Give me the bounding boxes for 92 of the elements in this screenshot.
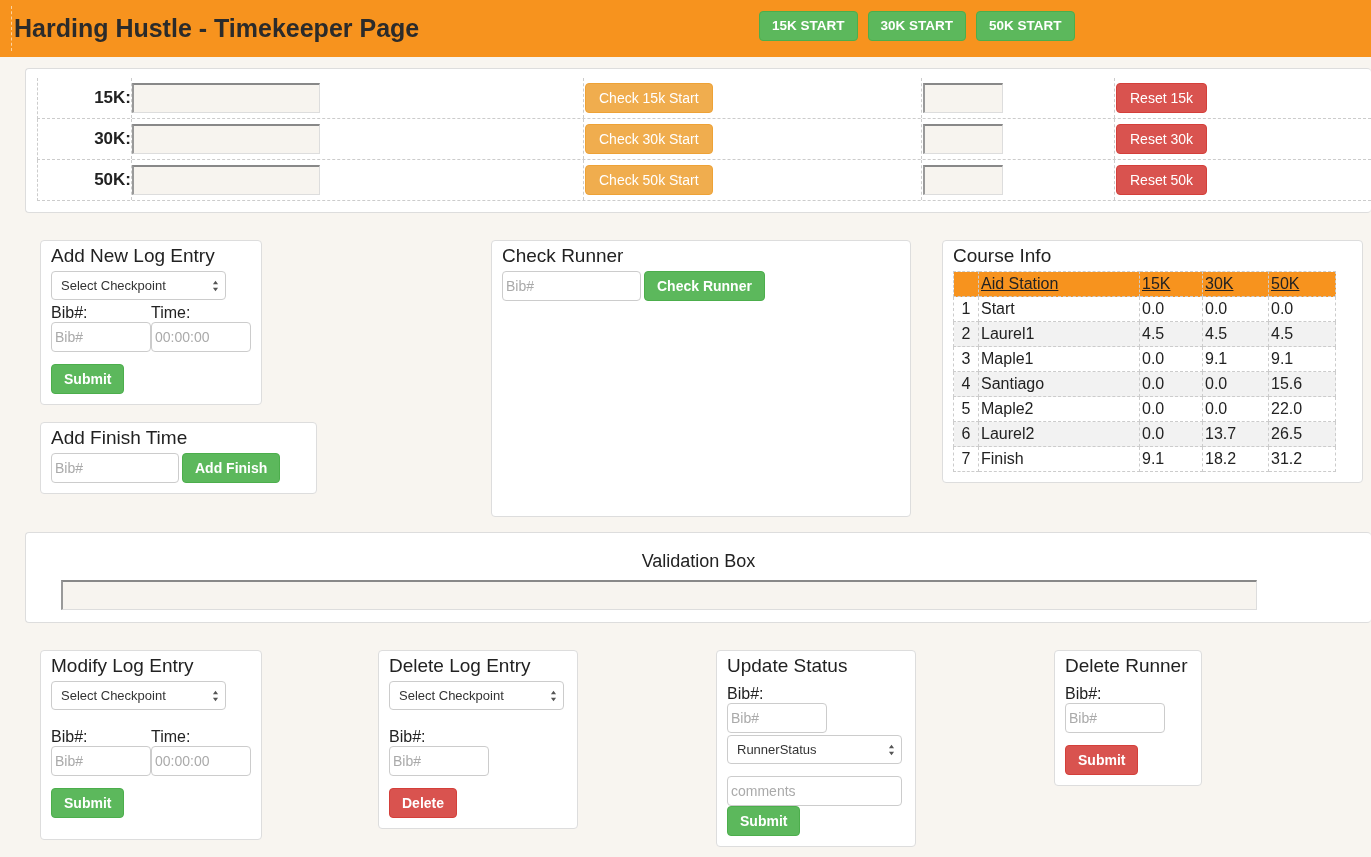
table-cell: 31.2 <box>1268 446 1336 472</box>
panel-title: Modify Log Entry <box>51 655 194 677</box>
field-label: Time: <box>151 303 191 322</box>
add-finish-button[interactable]: Add Finish <box>182 453 281 483</box>
table-cell: 13.7 <box>1202 421 1269 447</box>
table-cell: 1 <box>953 296 979 322</box>
check-runner-button[interactable]: Check Runner <box>644 271 765 301</box>
table-cell: 0.0 <box>1268 296 1336 322</box>
result-field[interactable] <box>923 165 1003 195</box>
table-cell: 0.0 <box>1139 346 1203 372</box>
bib-input[interactable]: Bib# <box>389 746 489 776</box>
submit-button[interactable]: Submit <box>727 806 801 836</box>
time-input[interactable]: 00:00:00 <box>151 746 251 776</box>
time-input[interactable]: 00:00:00 <box>151 322 251 352</box>
race-start-button[interactable]: 30K START <box>867 10 967 41</box>
submit-button[interactable]: Submit <box>1065 745 1139 775</box>
caret-icon <box>888 743 895 756</box>
table-cell: 9.1 <box>1139 446 1203 472</box>
panel-title: Add New Log Entry <box>51 245 215 267</box>
panel-title: Update Status <box>727 655 848 677</box>
field-label: Bib#: <box>51 303 88 322</box>
reset-button[interactable]: Reset 15k <box>1116 83 1208 113</box>
distance-label: 15K: <box>94 88 131 108</box>
result-field[interactable] <box>923 83 1003 113</box>
caret-icon <box>212 689 219 702</box>
table-cell: 22.0 <box>1268 396 1336 422</box>
table-cell: 15.6 <box>1268 371 1336 397</box>
table-cell: Maple2 <box>978 396 1140 422</box>
bib-input[interactable]: Bib# <box>51 453 179 483</box>
table-cell: 0.0 <box>1202 296 1269 322</box>
checkpoint-select[interactable]: Select Checkpoint <box>51 271 226 300</box>
start-time-field[interactable] <box>132 124 320 154</box>
distance-label: 50K: <box>94 170 131 190</box>
field-label: Bib#: <box>1065 684 1102 703</box>
table-cell: Laurel2 <box>978 421 1140 447</box>
result-field[interactable] <box>923 124 1003 154</box>
validation-field[interactable] <box>60 580 1257 610</box>
status-select[interactable]: RunnerStatus <box>727 735 902 764</box>
table-cell: 0.0 <box>1139 421 1203 447</box>
comments-input[interactable]: comments <box>727 776 902 806</box>
bib-input[interactable]: Bib# <box>727 703 827 733</box>
race-start-button[interactable]: 15K START <box>759 10 858 41</box>
bib-input[interactable]: Bib# <box>51 746 151 776</box>
field-label: Bib#: <box>51 727 88 746</box>
delete-button[interactable]: Delete <box>389 788 458 818</box>
checkpoint-select[interactable]: Select Checkpoint <box>389 681 564 710</box>
table-cell: Santiago <box>978 371 1140 397</box>
table-cell: 2 <box>953 321 979 347</box>
table-cell: Start <box>978 296 1140 322</box>
panel-title: Check Runner <box>502 245 624 267</box>
race-start-button[interactable]: 50K START <box>976 10 1075 41</box>
field-label: Bib#: <box>389 727 426 746</box>
field-label: Bib#: <box>727 684 764 703</box>
bib-input[interactable]: Bib# <box>1065 703 1165 733</box>
start-time-field[interactable] <box>132 165 320 195</box>
table-cell: Finish <box>978 446 1140 472</box>
table-cell: 0.0 <box>1139 396 1203 422</box>
table-cell: Maple1 <box>978 346 1140 372</box>
table-cell: 4.5 <box>1139 321 1203 347</box>
table-cell: 9.1 <box>1268 346 1336 372</box>
table-cell: 0.0 <box>1202 396 1269 422</box>
table-cell: Laurel1 <box>978 321 1140 347</box>
bib-input[interactable]: Bib# <box>51 322 151 352</box>
reset-button[interactable]: Reset 30k <box>1116 124 1208 154</box>
panel-title: Add Finish Time <box>51 427 188 449</box>
reset-button[interactable]: Reset 50k <box>1116 165 1208 195</box>
table-cell: 0.0 <box>1139 371 1203 397</box>
table-cell: 0.0 <box>1139 296 1203 322</box>
panel-title: Course Info <box>953 245 1052 267</box>
checkpoint-select[interactable]: Select Checkpoint <box>51 681 226 710</box>
table-cell: 4.5 <box>1268 321 1336 347</box>
table-cell: 9.1 <box>1202 346 1269 372</box>
panel-title: Delete Runner <box>1065 655 1188 677</box>
field-label: Time: <box>151 727 191 746</box>
submit-button[interactable]: Submit <box>51 364 125 394</box>
caret-icon <box>212 279 219 292</box>
table-cell: 0.0 <box>1202 371 1269 397</box>
panel-title: Delete Log Entry <box>389 655 531 677</box>
table-cell: 3 <box>953 346 979 372</box>
table-cell: 26.5 <box>1268 421 1336 447</box>
table-cell: 6 <box>953 421 979 447</box>
table-cell: 4.5 <box>1202 321 1269 347</box>
table-cell: 5 <box>953 396 979 422</box>
table-cell: 7 <box>953 446 979 472</box>
distance-label: 30K: <box>94 129 131 149</box>
start-time-field[interactable] <box>132 83 320 113</box>
bib-input[interactable]: Bib# <box>502 271 641 301</box>
submit-button[interactable]: Submit <box>51 788 125 818</box>
table-cell: 4 <box>953 371 979 397</box>
validation-title: Validation Box <box>641 551 756 572</box>
caret-icon <box>550 689 557 702</box>
table-cell: 18.2 <box>1202 446 1269 472</box>
